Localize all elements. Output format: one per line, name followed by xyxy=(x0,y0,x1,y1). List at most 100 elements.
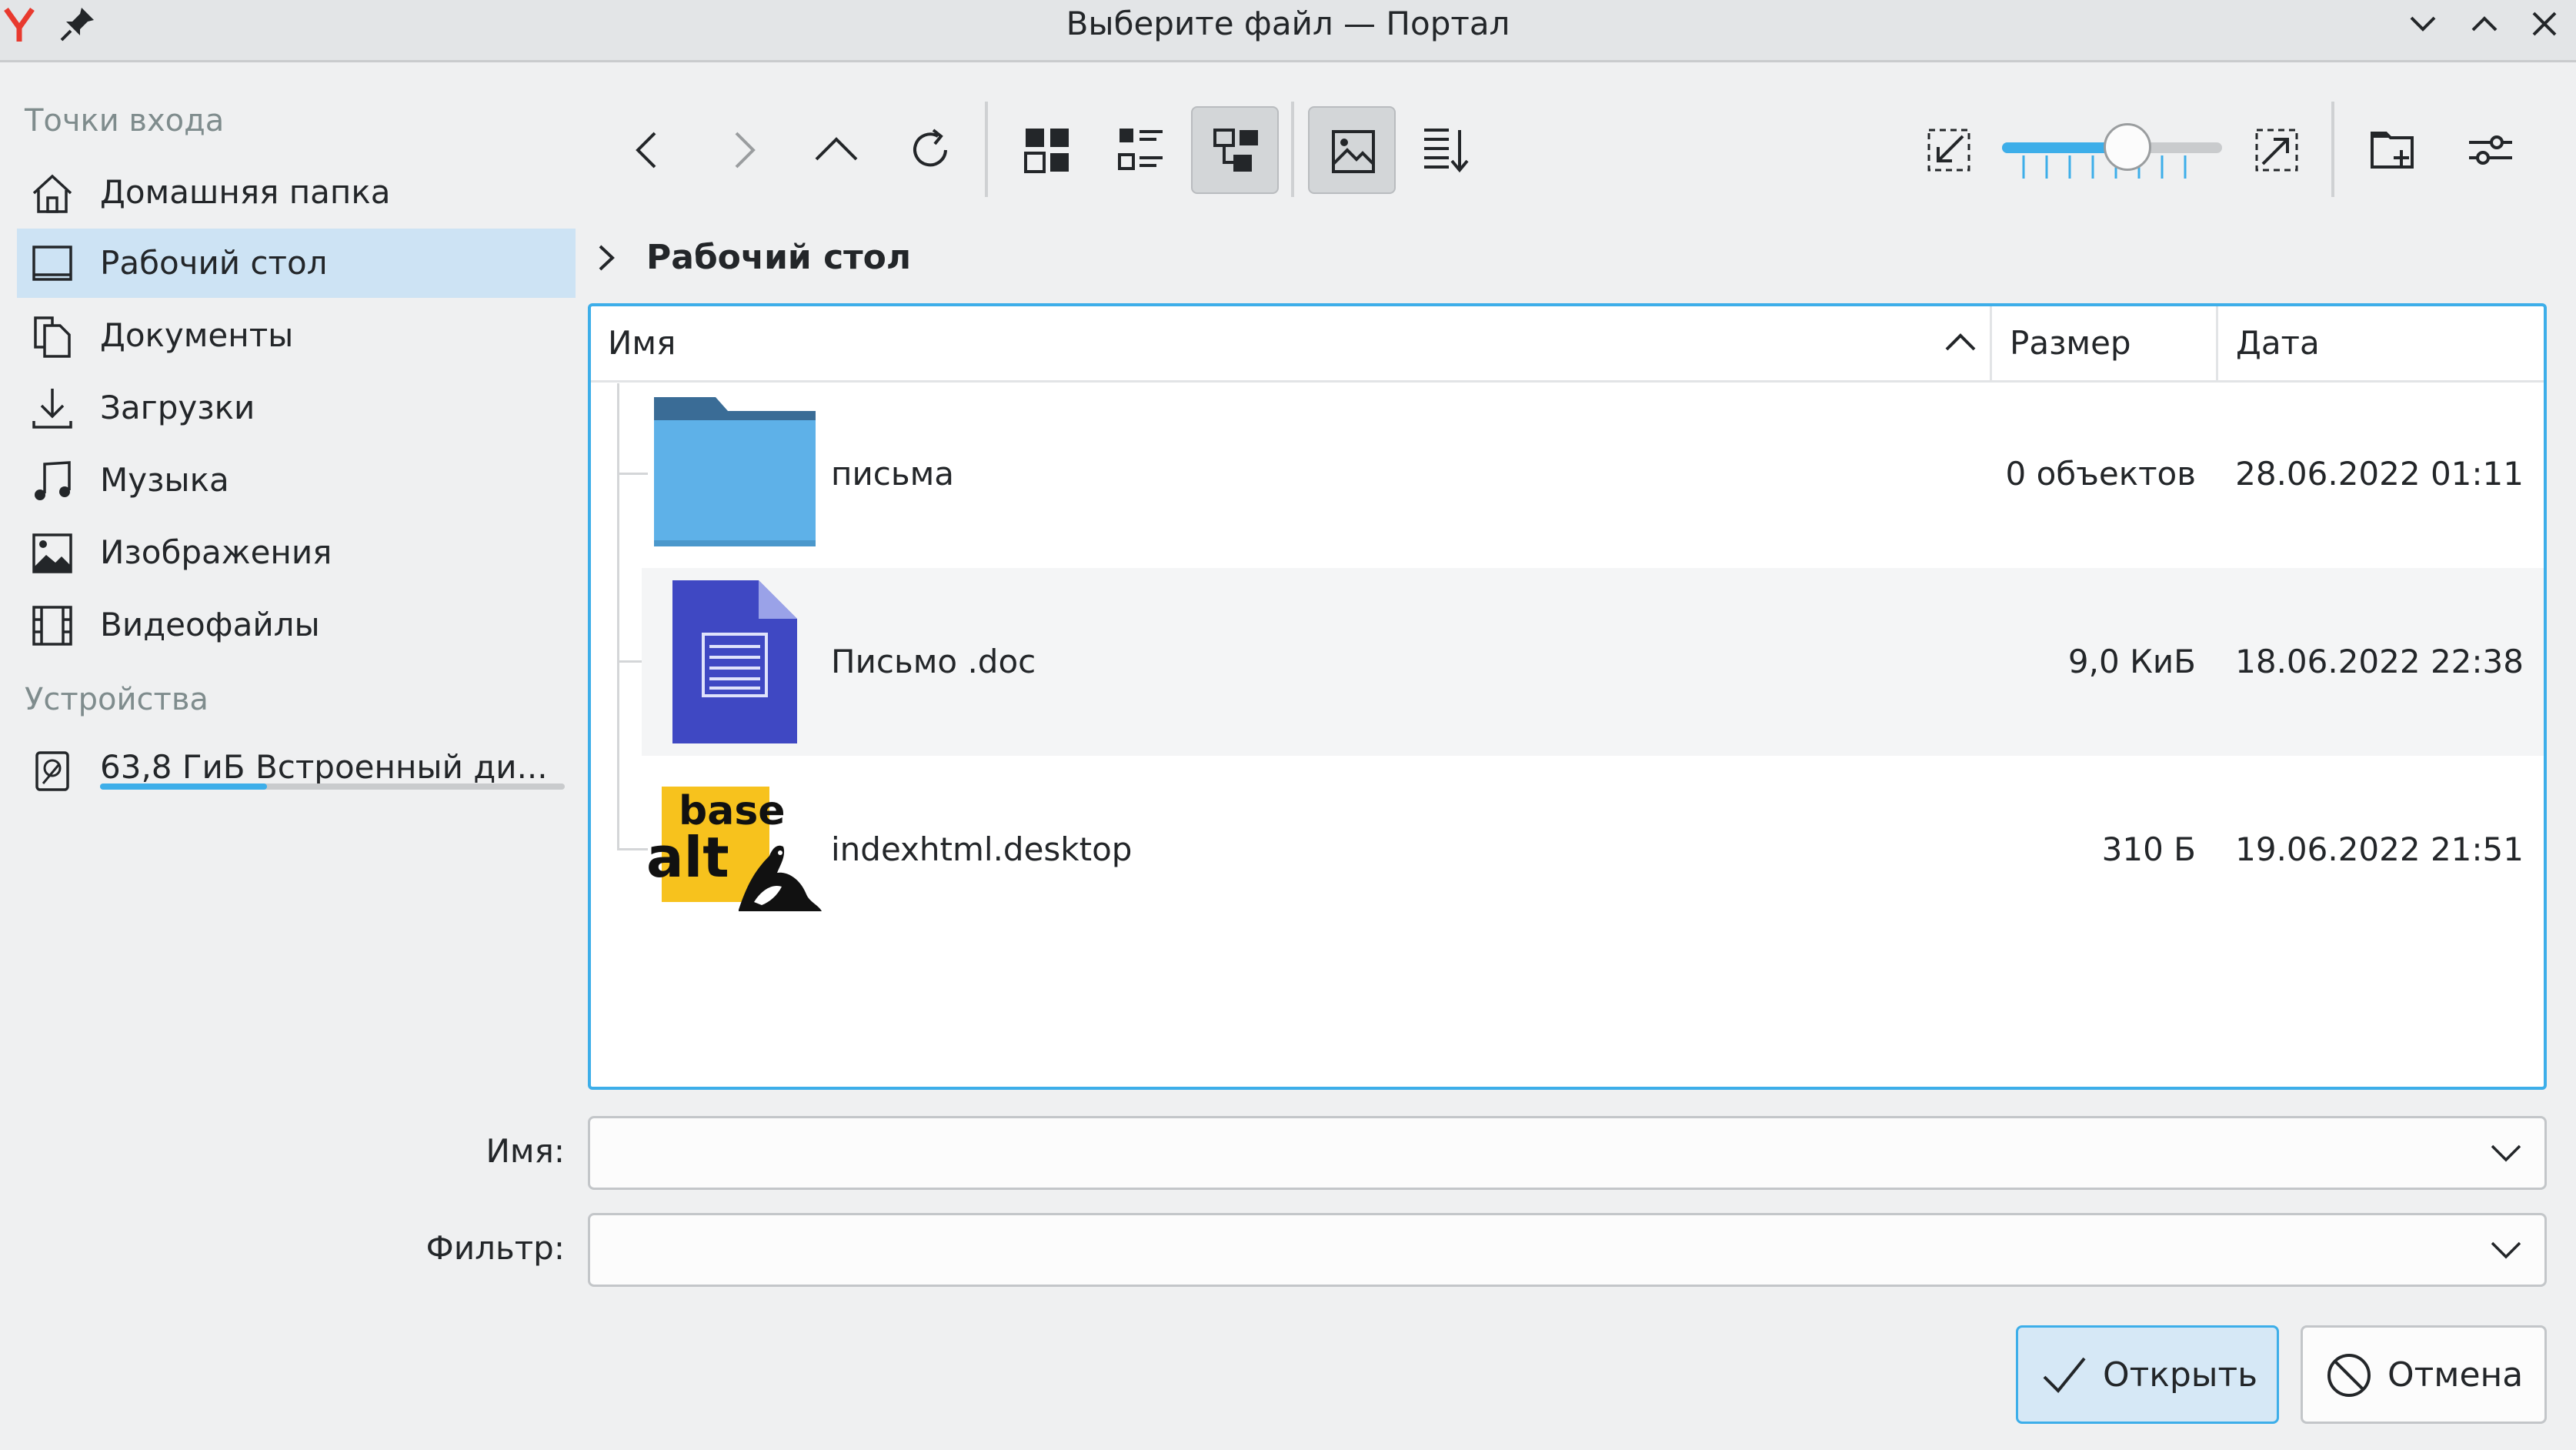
drive-usage-bar xyxy=(100,783,565,790)
sidebar-item-documents[interactable]: Документы xyxy=(17,301,576,370)
zoom-in-button[interactable] xyxy=(2233,106,2321,194)
grid-view-icon xyxy=(1024,129,1069,173)
column-header-size[interactable]: Размер xyxy=(2010,306,2131,380)
column-header-date[interactable]: Дата xyxy=(2236,306,2320,380)
column-header-name[interactable]: Имя xyxy=(608,306,676,380)
sidebar-item-label: Загрузки xyxy=(100,389,255,426)
sidebar-item-home[interactable]: Домашняя папка xyxy=(17,158,576,227)
arrow-right-icon xyxy=(735,132,756,169)
zoom-in-icon xyxy=(2255,129,2298,172)
column-separator xyxy=(1990,306,1992,380)
tree-view-button[interactable] xyxy=(1191,106,1279,194)
back-button[interactable] xyxy=(605,106,692,194)
basealt-logo-icon: base alt xyxy=(646,787,825,917)
file-name: письма xyxy=(831,455,955,493)
options-button[interactable] xyxy=(2447,106,2534,194)
sidebar-item-pictures[interactable]: Изображения xyxy=(17,518,576,587)
sort-icon xyxy=(1424,129,1469,173)
zoom-slider-handle[interactable] xyxy=(2104,123,2152,171)
forward-button[interactable] xyxy=(699,106,786,194)
name-input[interactable] xyxy=(606,1129,2455,1178)
detail-view-button[interactable] xyxy=(1097,106,1185,194)
file-list[interactable]: Имя Размер Дата письма 0 объектов 28.06.… xyxy=(588,303,2547,1090)
window-title: Выберите файл — Портал xyxy=(1066,5,1510,42)
file-row[interactable]: письма 0 объектов 28.06.2022 01:11 xyxy=(642,380,2544,568)
sidebar-item-label: Музыка xyxy=(100,461,229,499)
sidebar-item-videos[interactable]: Видеофайлы xyxy=(17,590,576,660)
pin-icon[interactable] xyxy=(58,5,97,43)
name-combobox[interactable] xyxy=(588,1116,2547,1190)
documents-icon xyxy=(31,315,74,358)
file-row[interactable]: base alt indexhtml.desktop 310 Б 19.06.2… xyxy=(642,756,2544,944)
toolbar-separator xyxy=(1291,102,1294,197)
breadcrumb: Рабочий стол xyxy=(591,231,1514,285)
sidebar-item-downloads[interactable]: Загрузки xyxy=(17,373,576,443)
devices-section-header: Устройства xyxy=(25,682,209,717)
sidebar-item-label: Изображения xyxy=(100,533,332,571)
cancel-button-label: Отмена xyxy=(2387,1355,2524,1395)
name-label: Имя: xyxy=(486,1132,565,1170)
file-date: 18.06.2022 22:38 xyxy=(2235,643,2524,680)
icons-view-button[interactable] xyxy=(1003,106,1091,194)
settings-sliders-icon xyxy=(2469,135,2512,165)
pictures-icon xyxy=(31,532,74,575)
sidebar-item-label: Рабочий стол xyxy=(100,244,328,282)
logo-text-alt: alt xyxy=(646,825,729,890)
arrow-up-icon xyxy=(815,137,858,161)
zoom-out-icon xyxy=(1927,129,1970,172)
cancel-icon xyxy=(2327,1354,2371,1397)
sidebar-item-label: Видеофайлы xyxy=(100,606,320,643)
zoom-out-button[interactable] xyxy=(1905,106,1993,194)
arrow-left-icon xyxy=(636,132,656,169)
open-button[interactable]: Открыть xyxy=(2016,1325,2279,1424)
music-icon xyxy=(31,459,74,503)
file-name: Письмо .doc xyxy=(831,643,1036,680)
sidebar-item-music[interactable]: Музыка xyxy=(17,446,576,515)
new-folder-button[interactable] xyxy=(2348,106,2436,194)
desktop-icon xyxy=(31,242,74,286)
tree-view-icon xyxy=(1213,129,1258,172)
file-date: 19.06.2022 21:51 xyxy=(2235,830,2524,868)
sidebar-item-desktop[interactable]: Рабочий стол xyxy=(17,229,576,298)
places-section-header: Точки входа xyxy=(25,103,225,139)
minimize-icon[interactable] xyxy=(2404,5,2442,43)
downloads-icon xyxy=(31,387,74,430)
filter-combobox[interactable] xyxy=(588,1213,2547,1287)
maximize-icon[interactable] xyxy=(2465,5,2504,43)
file-name: indexhtml.desktop xyxy=(831,830,1133,868)
drive-icon xyxy=(31,750,74,793)
file-size: 310 Б xyxy=(2101,830,2196,868)
column-separator xyxy=(2216,306,2218,380)
drive-usage-fill xyxy=(100,783,268,790)
preview-toggle-button[interactable] xyxy=(1308,106,1396,194)
file-row[interactable]: Письмо .doc 9,0 КиБ 18.06.2022 22:38 xyxy=(642,568,2544,756)
file-date: 28.06.2022 01:11 xyxy=(2235,455,2524,493)
toolbar-separator xyxy=(2331,102,2334,197)
cancel-button[interactable]: Отмена xyxy=(2301,1325,2547,1424)
new-folder-icon xyxy=(2371,132,2414,169)
folder-icon xyxy=(654,397,816,546)
close-icon[interactable] xyxy=(2525,5,2564,43)
chevron-down-icon[interactable] xyxy=(2489,1237,2523,1265)
videos-icon xyxy=(31,604,74,647)
chevron-right-icon[interactable] xyxy=(591,239,622,277)
chevron-down-icon[interactable] xyxy=(2489,1140,2523,1168)
sidebar-item-label: Документы xyxy=(100,316,294,354)
image-preview-icon xyxy=(1332,130,1375,173)
open-button-label: Открыть xyxy=(2103,1355,2258,1395)
filter-input[interactable] xyxy=(606,1226,2455,1275)
yandex-browser-icon xyxy=(0,5,38,43)
sidebar-item-label: Домашняя папка xyxy=(100,173,391,211)
breadcrumb-current[interactable]: Рабочий стол xyxy=(646,231,911,285)
reload-button[interactable] xyxy=(886,106,974,194)
zoom-slider[interactable] xyxy=(2000,108,2224,192)
file-size: 9,0 КиБ xyxy=(2067,643,2196,680)
sort-button[interactable] xyxy=(1402,106,1490,194)
tree-guide-line xyxy=(617,383,619,850)
checkmark-icon xyxy=(2043,1357,2086,1393)
document-icon xyxy=(672,580,797,743)
sidebar-item-label: 63,8 ГиБ Встроенный ди... xyxy=(100,748,548,786)
sidebar-item-internal-drive[interactable]: 63,8 ГиБ Встроенный ди... xyxy=(17,733,576,810)
up-button[interactable] xyxy=(792,106,880,194)
file-size: 0 объектов xyxy=(2005,455,2196,493)
